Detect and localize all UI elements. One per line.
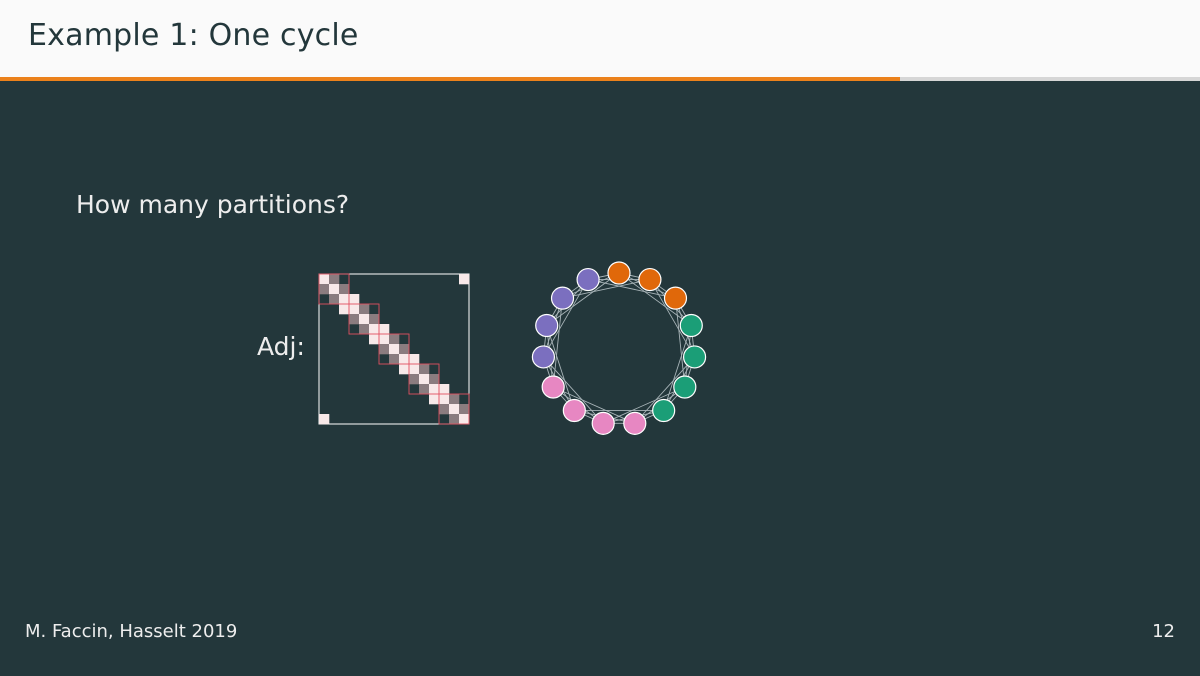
matrix-cell [429,394,440,405]
graph-node-purple [531,345,556,369]
matrix-cell [459,414,470,425]
adjacency-label: Adj: [257,332,305,361]
graph-node-purple [535,313,559,338]
matrix-cell [339,294,350,305]
matrix-cell [459,274,470,285]
matrix-cell [389,334,400,345]
matrix-cell [369,334,380,345]
matrix-cell [419,384,430,395]
matrix-cell [329,274,340,285]
matrix-cell [439,404,450,415]
graph-node-green [679,313,703,338]
matrix-cell [349,314,360,325]
matrix-cell [429,374,440,385]
matrix-cell [419,364,430,375]
matrix-cell [339,284,350,295]
matrix-cell [359,314,370,325]
progress-bar [0,77,1200,81]
slide-title: Example 1: One cycle [28,18,359,53]
matrix-cell [409,374,420,385]
matrix-cell [449,404,460,415]
matrix-cell [439,394,450,405]
matrix-cell [369,324,380,335]
matrix-cell [379,344,390,355]
graph-node-green [682,345,707,369]
matrix-cell [339,304,350,315]
matrix-cell [389,344,400,355]
matrix-cell [379,324,390,335]
matrix-cell [399,364,410,375]
matrix-cell [319,414,330,425]
graph-node-pink [591,411,615,435]
graph-node-pink [541,375,565,399]
footer-author: M. Faccin, Hasselt 2019 [25,621,238,642]
graph-node-purple [550,286,575,310]
question-text: How many partitions? [76,190,350,219]
graph-node-orange [638,267,662,292]
matrix-cell [319,284,330,295]
progress-bar-fill [0,77,900,81]
graph-node-green [673,375,697,399]
matrix-cell [409,364,420,375]
title-bar: Example 1: One cycle [0,0,1200,77]
graph-node-orange [663,286,688,310]
matrix-cell [359,304,370,315]
graph-node-pink [562,398,586,423]
matrix-cell [419,374,430,385]
matrix-cell [409,354,420,365]
matrix-cell [459,404,470,415]
matrix-cell [429,384,440,395]
matrix-cell [379,334,390,345]
matrix-cell [329,284,340,295]
matrix-cell [319,274,330,285]
matrix-cell [389,354,400,365]
graph-node-purple [576,267,600,292]
matrix-cell [399,344,410,355]
matrix-cell [359,324,370,335]
graph-node-orange [607,261,631,285]
matrix-cell [449,394,460,405]
matrix-cell [329,294,340,305]
page-number: 12 [1152,621,1175,642]
adjacency-matrix [318,273,470,425]
matrix-cell [349,294,360,305]
graph-node-pink [623,411,647,435]
matrix-cell [349,304,360,315]
matrix-cell [399,354,410,365]
matrix-cell [439,384,450,395]
matrix-cell [449,414,460,425]
graph-nodes [531,261,707,435]
matrix-cell [369,314,380,325]
cycle-graph [531,261,707,435]
graph-node-green [652,398,676,423]
